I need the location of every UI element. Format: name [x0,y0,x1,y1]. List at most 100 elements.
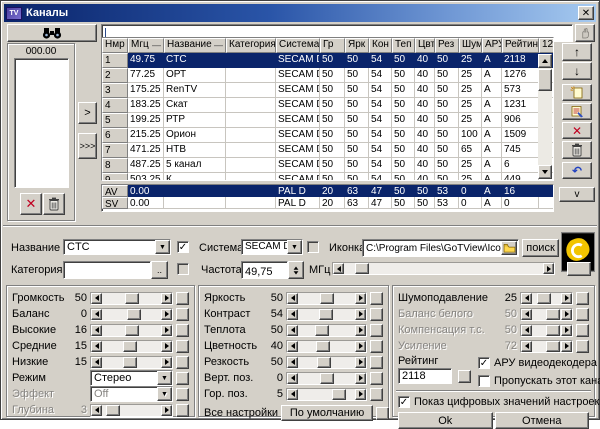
dropdown-Режим[interactable]: Стерео▼ [90,370,173,386]
slider-Шумоподавление[interactable] [520,292,573,305]
slider-thumb[interactable] [546,341,560,352]
column-header-8[interactable]: Теп [392,38,415,53]
slider-thumb[interactable] [317,357,331,368]
slider-Яркость[interactable] [286,292,367,305]
grid-cell[interactable]: 54 [369,53,392,68]
slider-Баланс[interactable] [90,308,173,321]
slider-right-arrow[interactable] [161,325,172,336]
grid-cell[interactable]: 50 [435,143,459,158]
grid-cell[interactable]: SECAM D [276,158,320,173]
slider-thumb[interactable] [316,341,330,352]
column-header-7[interactable]: Кон [369,38,392,53]
column-header-4[interactable]: Система— [276,38,320,53]
row-header-cell[interactable]: 6 [102,128,128,143]
grid-cell[interactable]: PAL D [276,185,320,197]
slider-right-arrow[interactable] [355,389,366,400]
category-input[interactable] [63,261,151,279]
grid-cell[interactable]: 1231 [502,98,539,113]
frequency-extra-button[interactable] [567,262,591,276]
grid-cell[interactable] [164,185,226,197]
slider-thumb[interactable] [125,293,139,304]
grid-cell[interactable]: 50 [345,173,369,181]
column-header-3[interactable]: Категория— [226,38,276,53]
slider-Низкие[interactable] [90,356,173,369]
slider-right-arrow[interactable] [161,293,172,304]
add-channel-button[interactable] [562,84,592,101]
slider-left-arrow[interactable] [287,293,298,304]
grid-cell[interactable] [226,98,276,113]
grid-cell[interactable] [226,173,276,181]
slider-right-arrow[interactable] [161,309,172,320]
grid-cell[interactable]: 50 [392,68,415,83]
grid-cell[interactable]: 54 [369,173,392,181]
slider-thumb[interactable] [355,263,369,274]
slider-right-arrow[interactable] [543,263,554,274]
grid-cell[interactable]: A [482,83,502,98]
found-channels-list[interactable] [14,58,69,188]
grid-cell[interactable]: 40 [415,158,435,173]
grid-cell[interactable]: 50 [320,173,345,181]
grid-cell[interactable]: 2118 [502,53,539,68]
slider-left-arrow[interactable] [287,357,298,368]
column-header-14[interactable]: 123 [539,38,554,53]
grid-cell[interactable]: SECAM D [276,53,320,68]
grid-cell[interactable]: A [482,53,502,68]
slider-thumb[interactable] [546,309,560,320]
grid-cell[interactable]: 50 [392,173,415,181]
slider-right-arrow[interactable] [561,293,572,304]
undo-button[interactable]: ↶ [562,162,592,179]
grid-cell[interactable]: SECAM D [276,143,320,158]
grid-cell[interactable]: 50 [392,53,415,68]
grid-cell[interactable]: 47 [369,185,392,197]
grid-cell[interactable]: 54 [369,143,392,158]
table-row[interactable]: 3175.25RenTVSECAM D50505450405025A573 [102,83,553,98]
default-mini-button[interactable] [176,372,189,385]
slider-left-arrow[interactable] [91,293,102,304]
grid-cell[interactable]: 65 [459,143,482,158]
table-row[interactable]: 4183.25СкатSECAM D50505450405025A1231 [102,98,553,113]
checkbox[interactable]: ✓ [478,357,490,369]
slider-thumb[interactable] [320,293,334,304]
grid-cell[interactable]: 63 [345,197,369,209]
grid-cell[interactable]: 63 [345,185,369,197]
checkbox[interactable]: ✓ [398,396,410,408]
slider-thumb[interactable] [106,405,120,416]
default-mini-button[interactable] [576,340,589,353]
channel-down-button[interactable]: ↓ [562,62,592,80]
clear-list-button[interactable]: ✕ [20,193,42,215]
row-header-cell[interactable]: 4 [102,98,128,113]
grid-cell[interactable] [226,128,276,143]
default-mini-button[interactable] [176,292,189,305]
grid-vertical-scrollbar[interactable] [538,54,552,179]
slider-thumb[interactable] [123,341,137,352]
move-one-button[interactable]: > [78,102,97,124]
slider-right-arrow[interactable] [355,373,366,384]
grid-cell[interactable]: 54 [369,128,392,143]
channel-up-button[interactable]: ↑ [562,43,592,61]
grid-cell[interactable]: 50 [320,143,345,158]
column-header-11[interactable]: Шум [459,38,482,53]
slider-thumb[interactable] [319,309,333,320]
grid-cell[interactable]: 50 [320,158,345,173]
grid-cell[interactable]: 50 [415,185,435,197]
row-header-cell[interactable]: 5 [102,113,128,128]
grid-cell[interactable]: НТВ [164,143,226,158]
titlebar[interactable]: TV Каналы ✕ [4,4,596,22]
table-row[interactable]: 277.25ОРТSECAM D50505450405025A1276 [102,68,553,83]
grid-cell[interactable]: A [482,158,502,173]
grid-cell[interactable]: RenTV [164,83,226,98]
default-mini-button[interactable] [576,308,589,321]
chevron-down-icon[interactable]: ▼ [157,387,172,401]
grid-cell[interactable]: 50 [345,83,369,98]
grid-cell[interactable]: 50 [345,128,369,143]
slider-left-arrow[interactable] [91,309,102,320]
cancel-button[interactable]: Отмена [495,412,590,429]
default-mini-button[interactable] [376,407,389,420]
category-browse-button[interactable]: .. [151,261,168,279]
slider-thumb[interactable] [315,325,329,336]
default-mini-button[interactable] [576,324,589,337]
slider-left-arrow[interactable] [287,309,298,320]
default-mini-button[interactable] [370,340,383,353]
delete-all-button[interactable] [562,141,592,159]
grid-cell[interactable]: 50 [345,158,369,173]
